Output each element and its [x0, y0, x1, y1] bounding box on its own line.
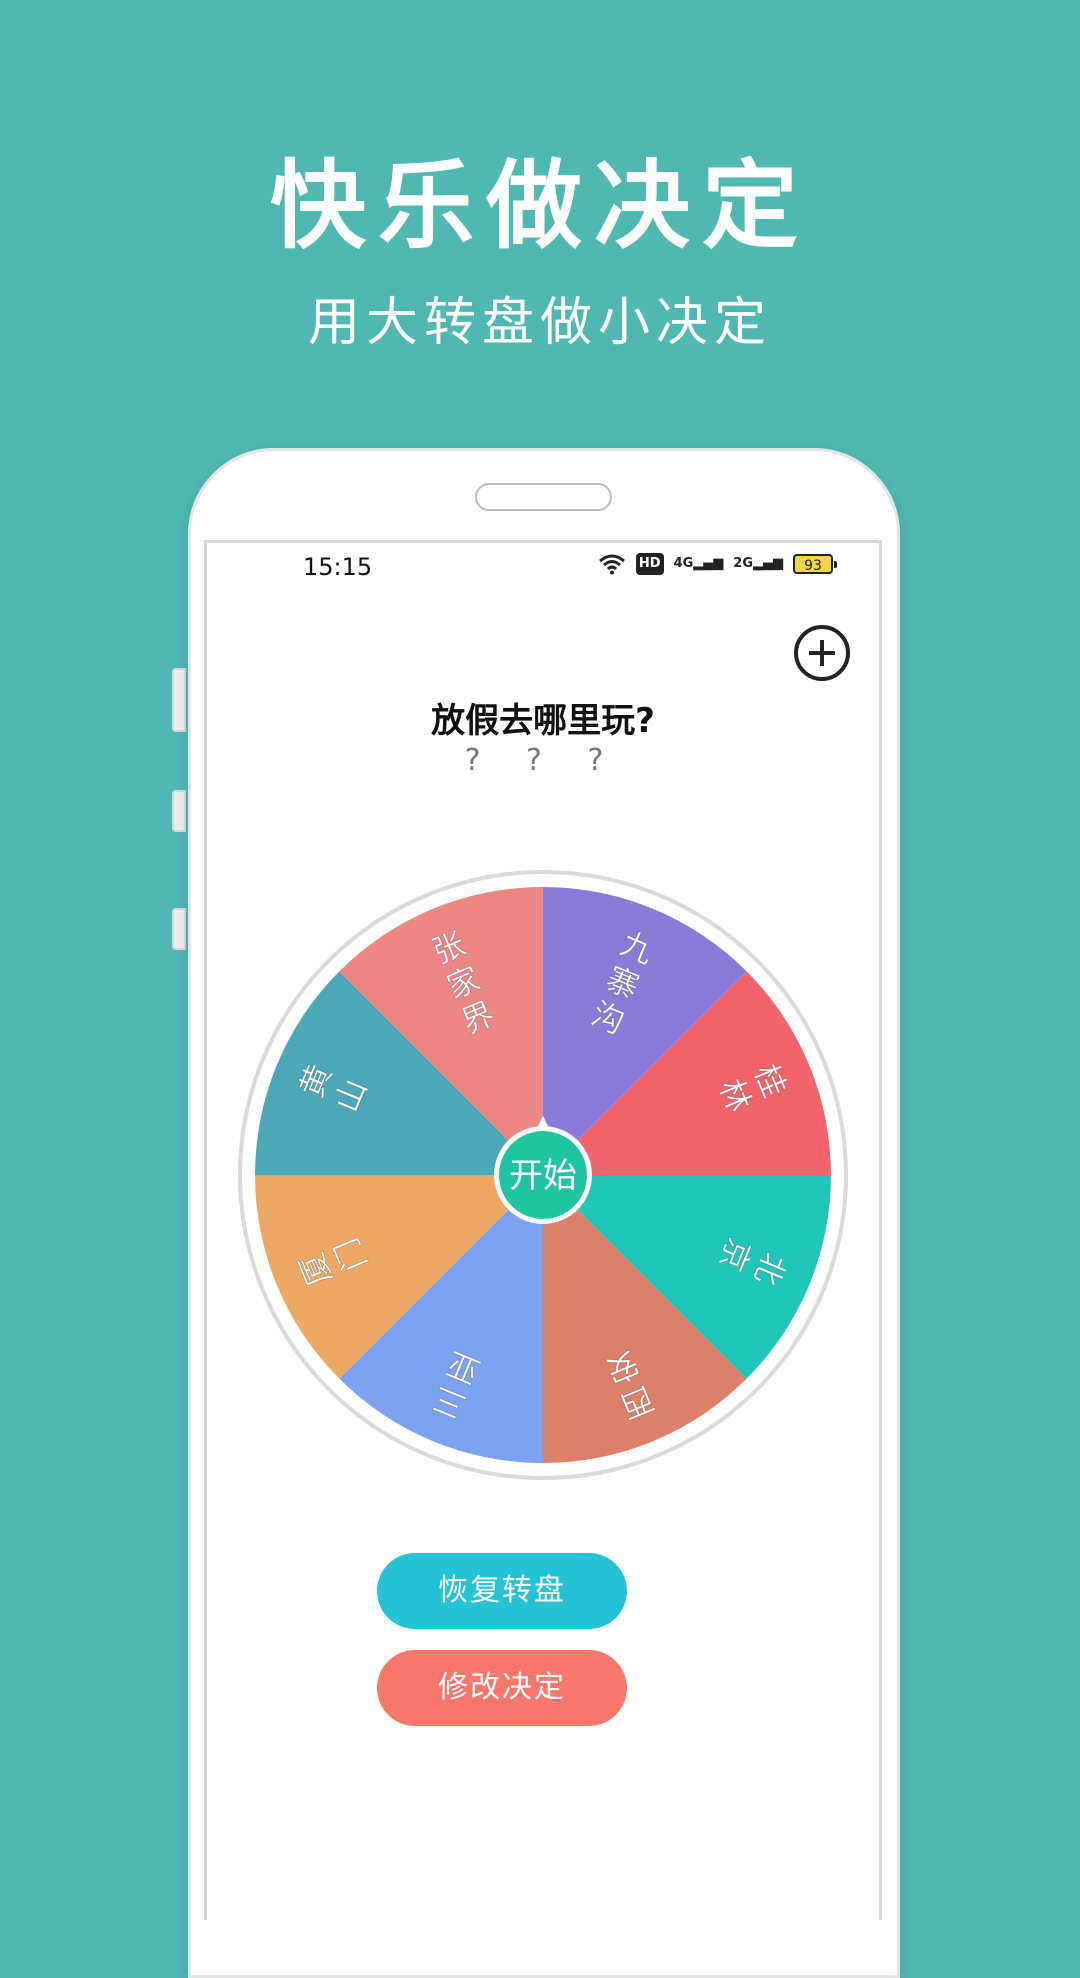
question-title: 放假去哪里玩? — [431, 701, 655, 741]
phone-screen: 15:15 HD 4G▂▄▆ 2G▂▄▆ 93 放假去哪里玩? ? ? ? 九寨… — [204, 540, 882, 1920]
spin-wheel[interactable]: 九寨沟桂林北京西安三亚厦门黄山张家界 开始 — [236, 868, 850, 1482]
wheel-graphic: 九寨沟桂林北京西安三亚厦门黄山张家界 开始 — [238, 870, 848, 1480]
start-button-label: 开始 — [509, 1156, 577, 1196]
phone-side-button-top — [172, 668, 186, 732]
battery-icon: 93 — [793, 554, 837, 574]
modify-decision-button[interactable]: 修改决定 — [377, 1650, 627, 1726]
signal-2g-icon: 2G▂▄▆ — [733, 556, 783, 571]
status-icons: HD 4G▂▄▆ 2G▂▄▆ 93 — [598, 553, 837, 575]
add-icon[interactable] — [794, 625, 850, 681]
status-time: 15:15 — [303, 553, 373, 581]
answer-placeholder: ? ? ? — [464, 743, 622, 778]
promo-title: 快乐做决定 — [270, 150, 810, 262]
phone-speaker — [475, 483, 612, 511]
signal-2g-label: 2G — [733, 556, 753, 571]
phone-side-button-middle — [172, 790, 186, 832]
signal-4g-icon: 4G▂▄▆ — [673, 556, 724, 571]
phone-side-button-bottom — [172, 908, 186, 950]
promo-subtitle: 用大转盘做小决定 — [307, 293, 772, 353]
status-bar: 15:15 HD 4G▂▄▆ 2G▂▄▆ 93 — [207, 543, 879, 587]
wifi-icon — [598, 554, 625, 575]
restore-wheel-button[interactable]: 恢复转盘 — [377, 1553, 627, 1629]
hd-icon: HD — [635, 553, 664, 575]
signal-4g-label: 4G — [673, 556, 694, 571]
